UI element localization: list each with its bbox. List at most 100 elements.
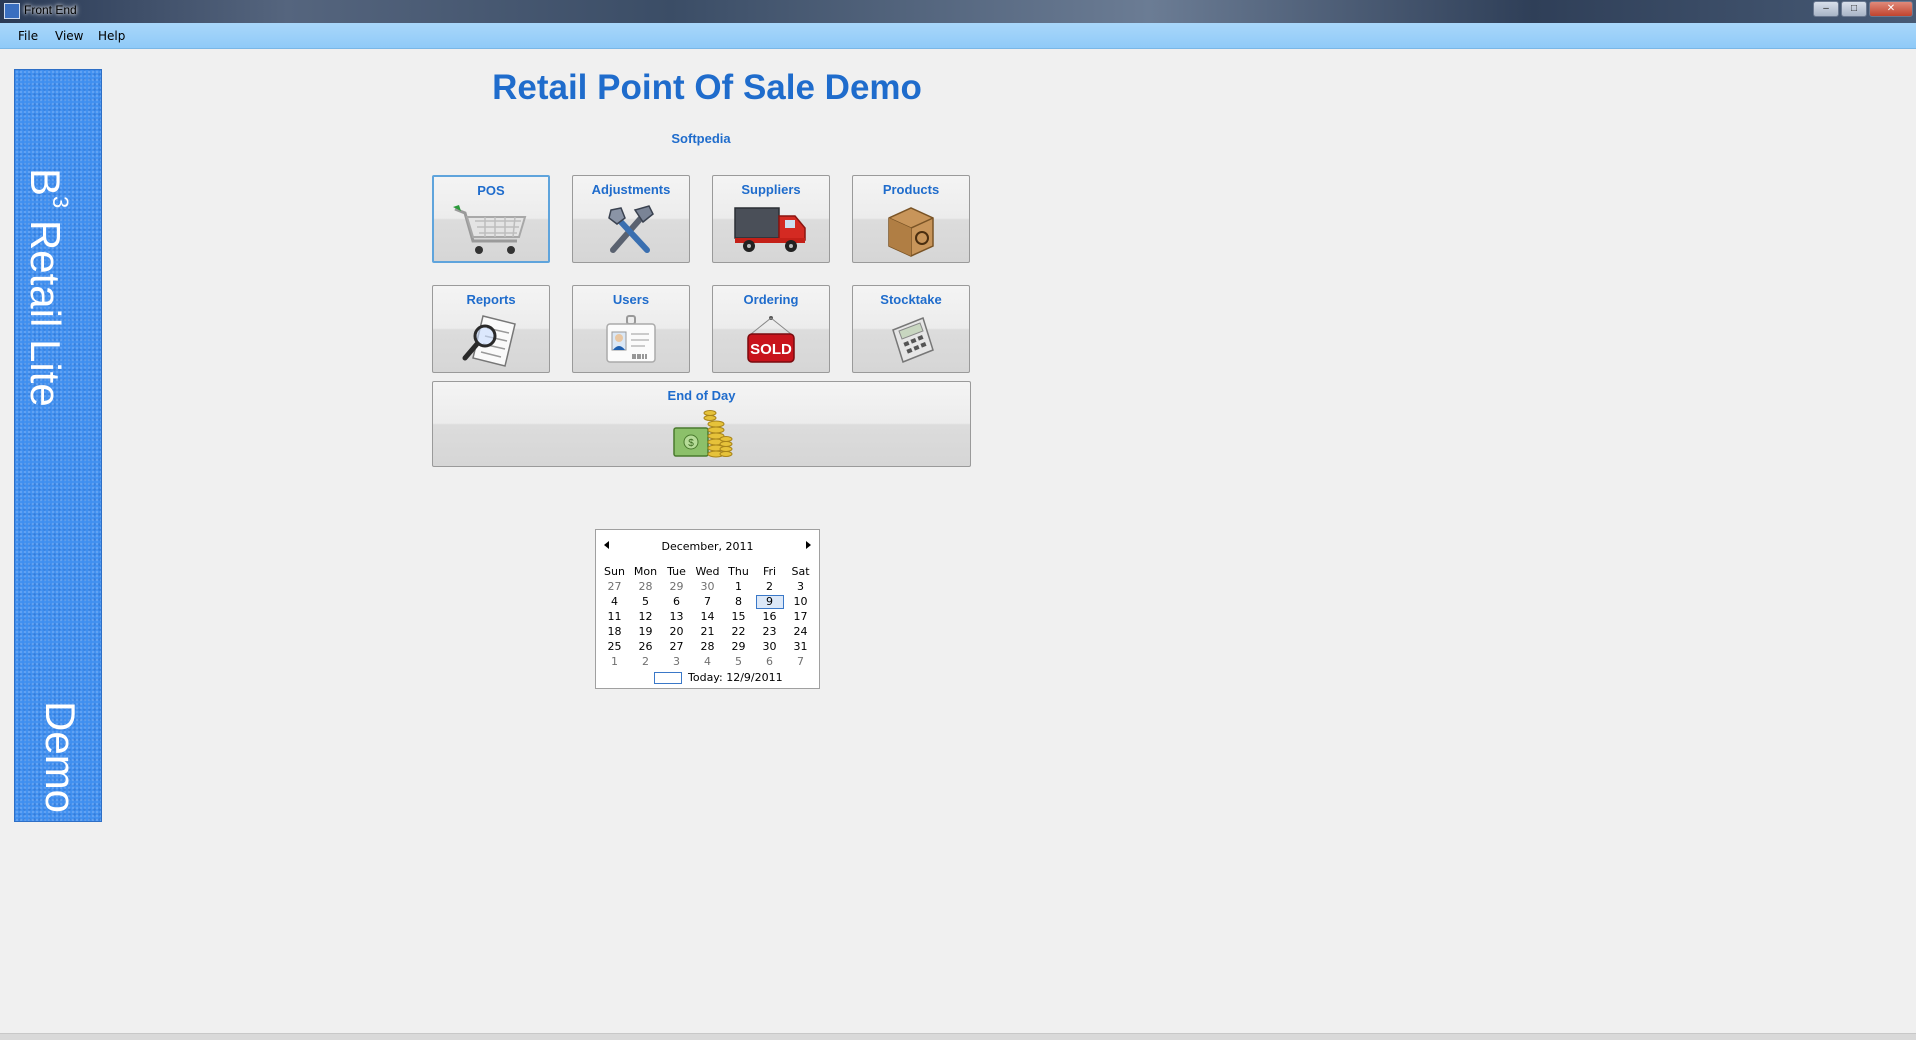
close-button[interactable]: ✕: [1869, 1, 1913, 17]
cart-icon: [453, 205, 527, 254]
tile-label: Suppliers: [741, 182, 801, 197]
id-card-icon: [606, 315, 656, 363]
page-subtitle: Softpedia: [671, 131, 731, 146]
calendar-day[interactable]: 2: [754, 579, 785, 594]
calendar-day[interactable]: 20: [661, 624, 692, 639]
tile-label: Users: [612, 292, 650, 307]
calendar-day[interactable]: 26: [630, 639, 661, 654]
svg-text:$: $: [688, 438, 694, 449]
weekday-header: Sat: [791, 565, 810, 578]
next-month-button[interactable]: [806, 541, 811, 549]
menu-help[interactable]: Help: [98, 29, 125, 43]
calendar-day-selected[interactable]: 9: [754, 594, 785, 609]
ordering-button[interactable]: Ordering SOLD: [712, 285, 830, 373]
weekday-header: Tue: [667, 565, 686, 578]
money-icon: $: [672, 410, 732, 458]
calendar-day[interactable]: 14: [692, 609, 723, 624]
page-title: Retail Point Of Sale Demo: [492, 68, 922, 107]
calendar-day[interactable]: 6: [754, 654, 785, 669]
suppliers-button[interactable]: Suppliers: [712, 175, 830, 263]
calendar-day[interactable]: 4: [692, 654, 723, 669]
calendar-day[interactable]: 17: [785, 609, 816, 624]
maximize-button[interactable]: □: [1841, 1, 1867, 17]
calendar-day[interactable]: 28: [692, 639, 723, 654]
calendar-day[interactable]: 6: [661, 594, 692, 609]
window-title: Front End: [24, 3, 77, 17]
calendar-day[interactable]: 30: [754, 639, 785, 654]
products-button[interactable]: Products: [852, 175, 970, 263]
menu-file[interactable]: File: [18, 29, 38, 43]
tile-label: POS: [477, 183, 505, 198]
calendar-day[interactable]: 13: [661, 609, 692, 624]
adjustments-button[interactable]: Adjustments: [572, 175, 690, 263]
menu-view[interactable]: View: [55, 29, 83, 43]
calendar-day[interactable]: 10: [785, 594, 816, 609]
truck-icon: [734, 207, 806, 252]
weekday-header: Sun: [604, 565, 625, 578]
svg-text:SOLD: SOLD: [750, 341, 792, 358]
banner-product: B3 Retail Lite: [22, 168, 73, 407]
box-icon: [888, 207, 934, 257]
calendar-day[interactable]: 23: [754, 624, 785, 639]
sold-sign-icon: SOLD: [747, 316, 795, 363]
today-link[interactable]: Today: 12/9/2011: [654, 671, 783, 684]
calendar-day[interactable]: 5: [630, 594, 661, 609]
calendar-day[interactable]: 19: [630, 624, 661, 639]
pos-button[interactable]: POS: [432, 175, 550, 263]
calendar-day[interactable]: 4: [599, 594, 630, 609]
tile-label: Ordering: [743, 292, 799, 307]
calendar-day[interactable]: 18: [599, 624, 630, 639]
app-icon: [4, 3, 20, 19]
calendar-month-label[interactable]: December, 2011: [596, 540, 819, 553]
calculator-icon: [892, 317, 934, 363]
today-label: Today: 12/9/2011: [688, 671, 783, 684]
tile-label: Products: [882, 182, 940, 197]
stocktake-button[interactable]: Stocktake: [852, 285, 970, 373]
calendar-day[interactable]: 29: [661, 579, 692, 594]
users-button[interactable]: Users: [572, 285, 690, 373]
calendar-grid: Sun Mon Tue Wed Thu Fri Sat 27 28 29 30 …: [599, 564, 816, 669]
calendar-day[interactable]: 3: [785, 579, 816, 594]
calendar-day[interactable]: 3: [661, 654, 692, 669]
calendar-day[interactable]: 12: [630, 609, 661, 624]
calendar-day[interactable]: 29: [723, 639, 754, 654]
weekday-header: Fri: [762, 565, 777, 578]
calendar-day[interactable]: 7: [785, 654, 816, 669]
today-marker: [654, 672, 682, 684]
minimize-button[interactable]: –: [1813, 1, 1839, 17]
calendar-day[interactable]: 15: [723, 609, 754, 624]
month-calendar[interactable]: December, 2011 Sun Mon Tue Wed Thu Fri S…: [595, 529, 820, 689]
product-banner: B3 Retail Lite Demo: [14, 69, 102, 822]
selected-day-label: 9: [755, 594, 784, 609]
tile-label: Adjustments: [591, 182, 671, 197]
calendar-day[interactable]: 5: [723, 654, 754, 669]
calendar-day[interactable]: 30: [692, 579, 723, 594]
weekday-header: Thu: [728, 565, 749, 578]
banner-edition: Demo: [37, 700, 84, 813]
calendar-day[interactable]: 22: [723, 624, 754, 639]
menu-bar: File View Help: [0, 23, 1916, 49]
calendar-day[interactable]: 28: [630, 579, 661, 594]
calendar-day[interactable]: 27: [661, 639, 692, 654]
calendar-day[interactable]: 2: [630, 654, 661, 669]
calendar-day[interactable]: 25: [599, 639, 630, 654]
calendar-day[interactable]: 27: [599, 579, 630, 594]
calendar-day[interactable]: 1: [599, 654, 630, 669]
tile-label: End of Day: [667, 388, 736, 403]
reports-button[interactable]: Reports: [432, 285, 550, 373]
weekday-header: Wed: [695, 565, 720, 578]
calendar-day[interactable]: 11: [599, 609, 630, 624]
tile-label: Stocktake: [880, 292, 942, 307]
calendar-day[interactable]: 21: [692, 624, 723, 639]
calendar-day[interactable]: 31: [785, 639, 816, 654]
banner-text: B3 Retail Lite Demo: [22, 70, 85, 823]
tools-icon: [608, 205, 654, 253]
calendar-day[interactable]: 16: [754, 609, 785, 624]
calendar-day[interactable]: 1: [723, 579, 754, 594]
calendar-day[interactable]: 8: [723, 594, 754, 609]
calendar-day[interactable]: 24: [785, 624, 816, 639]
calendar-day[interactable]: 7: [692, 594, 723, 609]
title-bar: Front End – □ ✕: [0, 0, 1916, 23]
tile-label: Reports: [466, 292, 516, 307]
end-of-day-button[interactable]: End of Day $: [432, 381, 971, 467]
